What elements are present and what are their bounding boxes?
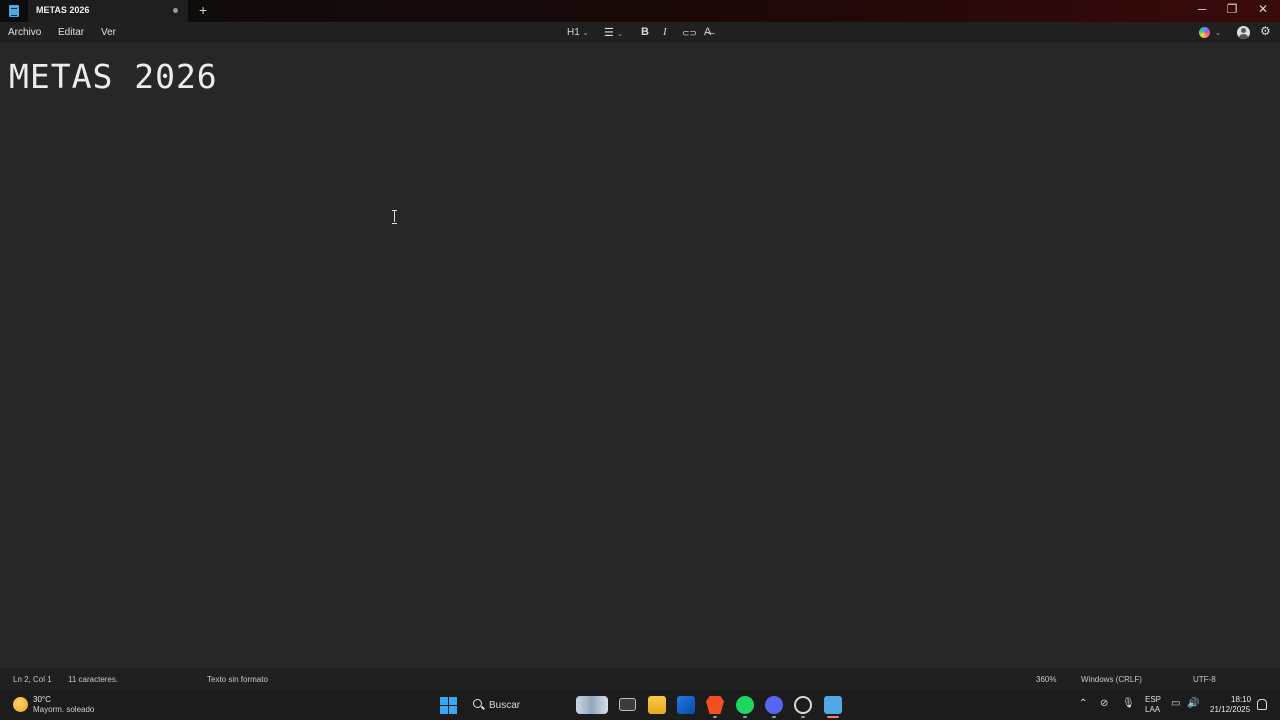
weather-description[interactable]: Mayorm. soleado xyxy=(33,705,94,714)
copilot-icon[interactable] xyxy=(1199,27,1210,38)
heading-dropdown[interactable]: H1 ⌄ xyxy=(567,27,588,38)
search-highlight-image xyxy=(576,696,608,714)
microphone-icon[interactable]: 🎙 xyxy=(1122,698,1135,709)
tray-overflow-chevron-icon[interactable]: ⌃ xyxy=(1079,698,1087,709)
input-layout[interactable]: LAA xyxy=(1145,705,1160,714)
notepad-app-icon xyxy=(9,5,19,17)
character-count: 11 caracteres. xyxy=(68,675,119,684)
text-cursor-icon xyxy=(392,210,398,224)
unsaved-dot-icon[interactable] xyxy=(173,8,178,13)
status-bar: Ln 2, Col 1 11 caracteres. Texto sin for… xyxy=(0,668,1280,690)
account-avatar[interactable] xyxy=(1237,26,1250,39)
close-button[interactable]: ✕ xyxy=(1253,2,1273,16)
menu-bar: Archivo Editar Ver H1 ⌄ ☰ ⌄ B I ⊂⊃ A̶ ⌄ … xyxy=(0,22,1280,43)
tab-metas-2026[interactable]: METAS 2026 xyxy=(28,0,188,22)
network-off-icon[interactable]: ⊘ xyxy=(1100,698,1108,709)
bold-button[interactable]: B xyxy=(641,26,649,38)
settings-gear-icon[interactable]: ⚙ xyxy=(1260,24,1271,38)
line-ending[interactable]: Windows (CRLF) xyxy=(1081,675,1142,684)
weather-temperature[interactable]: 30°C xyxy=(33,695,51,704)
cursor-position: Ln 2, Col 1 xyxy=(13,675,52,684)
document-heading[interactable]: METAS 2026 xyxy=(9,57,218,96)
spotify-icon[interactable] xyxy=(736,696,754,714)
menu-edit[interactable]: Editar xyxy=(58,27,84,38)
chatgpt-icon[interactable] xyxy=(794,696,812,714)
new-tab-button[interactable]: + xyxy=(199,2,207,18)
discord-icon[interactable] xyxy=(765,696,783,714)
list-dropdown[interactable]: ☰ ⌄ xyxy=(604,26,623,39)
clear-formatting-button[interactable]: A̶ xyxy=(704,26,711,38)
notification-bell-icon[interactable] xyxy=(1257,699,1267,710)
tab-title: METAS 2026 xyxy=(36,5,90,15)
title-bar: METAS 2026 + ─ ❐ ✕ xyxy=(0,0,1280,22)
link-button[interactable]: ⊂⊃ xyxy=(682,28,697,39)
chevron-down-icon: ⌄ xyxy=(616,31,623,38)
weather-sun-icon[interactable] xyxy=(13,697,28,712)
editor-area[interactable]: METAS 2026 xyxy=(0,43,1280,668)
italic-button[interactable]: I xyxy=(663,26,667,38)
minimize-button[interactable]: ─ xyxy=(1192,2,1212,16)
taskbar-search[interactable]: Buscar xyxy=(466,693,611,717)
search-placeholder: Buscar xyxy=(489,700,521,711)
zoom-level[interactable]: 360% xyxy=(1036,675,1056,684)
maximize-button[interactable]: ❐ xyxy=(1222,2,1242,16)
notepad-taskbar-icon[interactable] xyxy=(824,696,842,714)
volume-icon[interactable]: 🔊 xyxy=(1187,698,1199,709)
heading-label: H1 xyxy=(567,27,580,38)
task-view-icon[interactable] xyxy=(619,698,636,711)
display-icon[interactable]: ▭ xyxy=(1171,698,1180,709)
windows-start-icon[interactable] xyxy=(440,697,457,714)
brave-browser-icon[interactable] xyxy=(706,696,724,714)
chevron-down-icon: ⌄ xyxy=(582,30,589,37)
clock-date[interactable]: 21/12/2025 xyxy=(1210,705,1250,714)
copilot-chevron-icon[interactable]: ⌄ xyxy=(1215,26,1221,38)
format-mode[interactable]: Texto sin formato xyxy=(207,675,268,684)
file-explorer-icon[interactable] xyxy=(648,696,666,714)
menu-file[interactable]: Archivo xyxy=(8,27,41,38)
clock-time[interactable]: 18:10 xyxy=(1231,695,1251,704)
list-icon: ☰ xyxy=(604,27,614,39)
encoding[interactable]: UTF-8 xyxy=(1193,675,1216,684)
outlook-icon[interactable] xyxy=(677,696,695,714)
taskbar: 30°C Mayorm. soleado Buscar ⌃ ⊘ 🎙 ESP LA… xyxy=(0,690,1280,720)
search-icon xyxy=(473,699,482,708)
input-language[interactable]: ESP xyxy=(1145,695,1161,704)
menu-view[interactable]: Ver xyxy=(101,27,116,38)
